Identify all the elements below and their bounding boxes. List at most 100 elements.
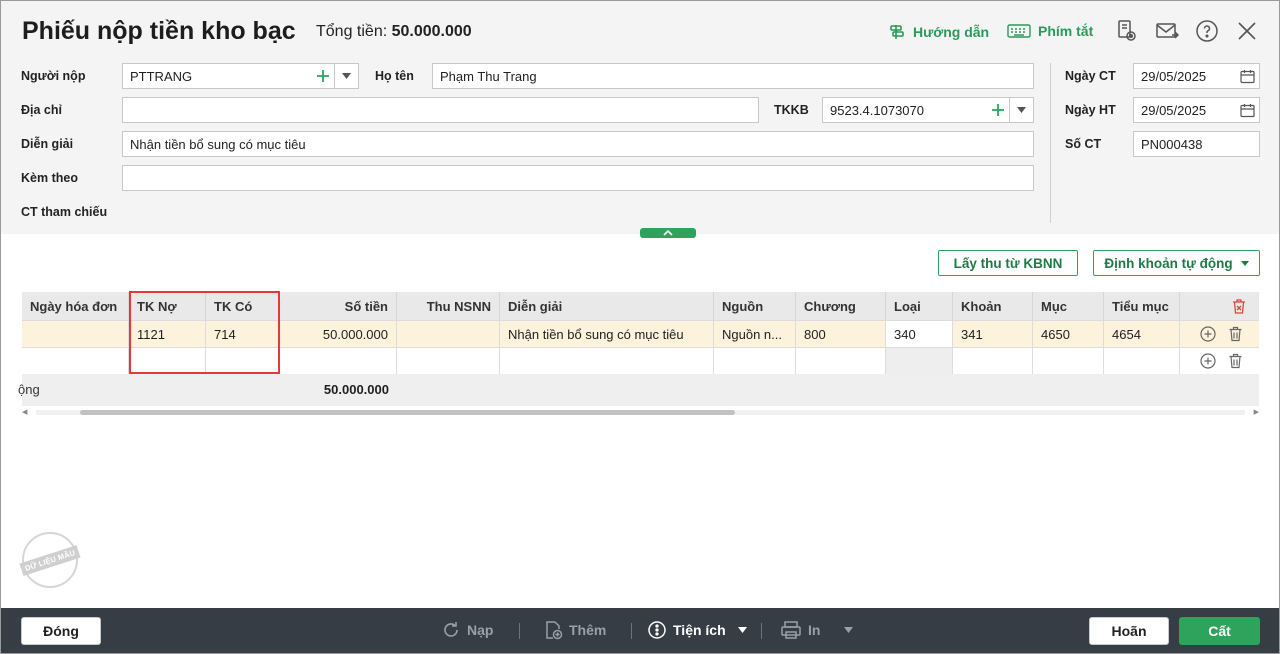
col-credit-account[interactable]: TK Có [206,292,280,321]
cell-state-revenue[interactable] [397,321,500,348]
cell-chapter[interactable] [796,348,886,375]
chevron-down-icon [737,627,747,633]
chevron-up-icon [663,230,673,236]
chevron-down-icon[interactable] [1009,98,1033,122]
chevron-down-icon[interactable] [334,64,358,88]
col-subsection[interactable]: Tiểu mục [1104,292,1180,321]
col-invoice-date[interactable]: Ngày hóa đơn [22,292,129,321]
shortcut-label: Phím tắt [1038,23,1094,39]
cell-source[interactable] [714,348,796,375]
cell-debit-account[interactable]: 1121 [129,321,206,348]
cell-amount[interactable] [280,348,397,375]
auto-posting-button[interactable]: Định khoản tự động [1093,250,1260,276]
view-document-icon[interactable] [1115,19,1139,43]
print-label: In [808,622,821,638]
grid-total-label: ộng [18,382,40,397]
page-title: Phiếu nộp tiền kho bạc [22,17,296,45]
col-state-revenue[interactable]: Thu NSNN [397,292,500,321]
cell-invoice-date[interactable] [22,348,129,375]
cell-subsection[interactable] [1104,348,1180,375]
doc-no-label: Số CT [1065,137,1102,151]
doc-no-input[interactable] [1133,131,1260,157]
footer-divider [631,623,632,639]
scroll-right-arrow[interactable]: ▶ [1254,408,1259,416]
auto-posting-label: Định khoản tự động [1104,255,1233,271]
cell-type[interactable]: 340 [886,321,953,348]
cell-section[interactable] [1033,348,1104,375]
col-chapter[interactable]: Chương [796,292,886,321]
attach-label: Kèm theo [21,171,78,185]
printer-icon [781,621,801,639]
col-actions [1180,292,1259,321]
collapse-header-button[interactable] [640,228,696,238]
col-section[interactable]: Mục [1033,292,1104,321]
fullname-input[interactable] [432,63,1034,89]
cancel-button[interactable]: Hoãn [1089,617,1169,645]
utility-menu[interactable]: Tiện ích [647,620,747,640]
scroll-thumb[interactable] [80,410,735,415]
cell-chapter[interactable]: 800 [796,321,886,348]
col-amount[interactable]: Số tiền [280,292,397,321]
doc-date-value: 29/05/2025 [1141,68,1207,84]
calendar-icon[interactable] [1235,64,1259,88]
doc-date-picker[interactable]: 29/05/2025 [1133,63,1260,89]
cell-credit-account[interactable]: 714 [206,321,280,348]
add-row-icon[interactable] [1200,326,1216,342]
fetch-kbnn-button[interactable]: Lấy thu từ KBNN [938,250,1078,276]
scroll-left-arrow[interactable]: ◀ [22,408,27,416]
total-label: Tổng tiền: [316,23,388,40]
cell-debit-account[interactable] [129,348,206,375]
send-email-icon[interactable] [1155,19,1179,43]
add-button[interactable]: Thêm [543,620,606,640]
post-date-picker[interactable]: 29/05/2025 [1133,97,1260,123]
table-row[interactable]: 1121 714 50.000.000 Nhận tiền bổ sung có… [22,321,1259,348]
add-payer-icon[interactable] [312,64,334,88]
reload-button[interactable]: Nạp [441,620,493,640]
description-input[interactable] [122,131,1034,157]
chevron-down-icon [844,627,854,633]
horizontal-scrollbar[interactable]: ◀ ▶ [22,406,1259,418]
delete-row-icon[interactable] [1228,353,1243,369]
table-row[interactable] [22,348,1259,375]
cell-type[interactable] [886,348,953,375]
fetch-kbnn-label: Lấy thu từ KBNN [953,255,1063,271]
add-tkkb-icon[interactable] [987,98,1009,122]
delete-all-icon[interactable] [1231,298,1247,315]
guide-link[interactable]: Hướng dẫn [888,23,989,41]
attach-input[interactable] [122,165,1034,191]
cell-state-revenue[interactable] [397,348,500,375]
save-button[interactable]: Cất [1179,617,1260,645]
col-item[interactable]: Khoản [953,292,1033,321]
sample-data-stamp: DỮ LIỆU MẪU [19,532,81,588]
delete-row-icon[interactable] [1228,326,1243,342]
calendar-icon[interactable] [1235,98,1259,122]
cell-item[interactable]: 341 [953,321,1033,348]
cell-item[interactable] [953,348,1033,375]
print-button[interactable]: In [780,620,854,640]
description-label: Diễn giải [21,137,74,151]
cell-source[interactable]: Nguồn n... [714,321,796,348]
help-icon[interactable] [1195,19,1219,43]
guide-label: Hướng dẫn [913,24,990,40]
tkkb-combo[interactable]: 9523.4.1073070 [822,97,1034,123]
cell-section[interactable]: 4650 [1033,321,1104,348]
payer-combo[interactable]: PTTRANG [122,63,359,89]
col-debit-account[interactable]: TK Nợ [129,292,206,321]
close-button[interactable]: Đóng [21,617,101,645]
col-description[interactable]: Diễn giải [500,292,714,321]
cell-invoice-date[interactable] [22,321,129,348]
shortcut-link[interactable]: Phím tắt [1007,23,1093,39]
grid-total-value: 50.000.000 [323,382,389,397]
close-icon[interactable] [1235,19,1259,43]
cell-subsection[interactable]: 4654 [1104,321,1180,348]
col-type[interactable]: Loại [886,292,953,321]
cell-description[interactable] [500,348,714,375]
reload-label: Nạp [467,622,494,638]
address-input[interactable] [122,97,759,123]
cell-amount[interactable]: 50.000.000 [280,321,397,348]
signpost-icon [890,25,904,39]
col-source[interactable]: Nguồn [714,292,796,321]
cell-credit-account[interactable] [206,348,280,375]
cell-description[interactable]: Nhận tiền bổ sung có mục tiêu [500,321,714,348]
add-row-icon[interactable] [1200,353,1216,369]
